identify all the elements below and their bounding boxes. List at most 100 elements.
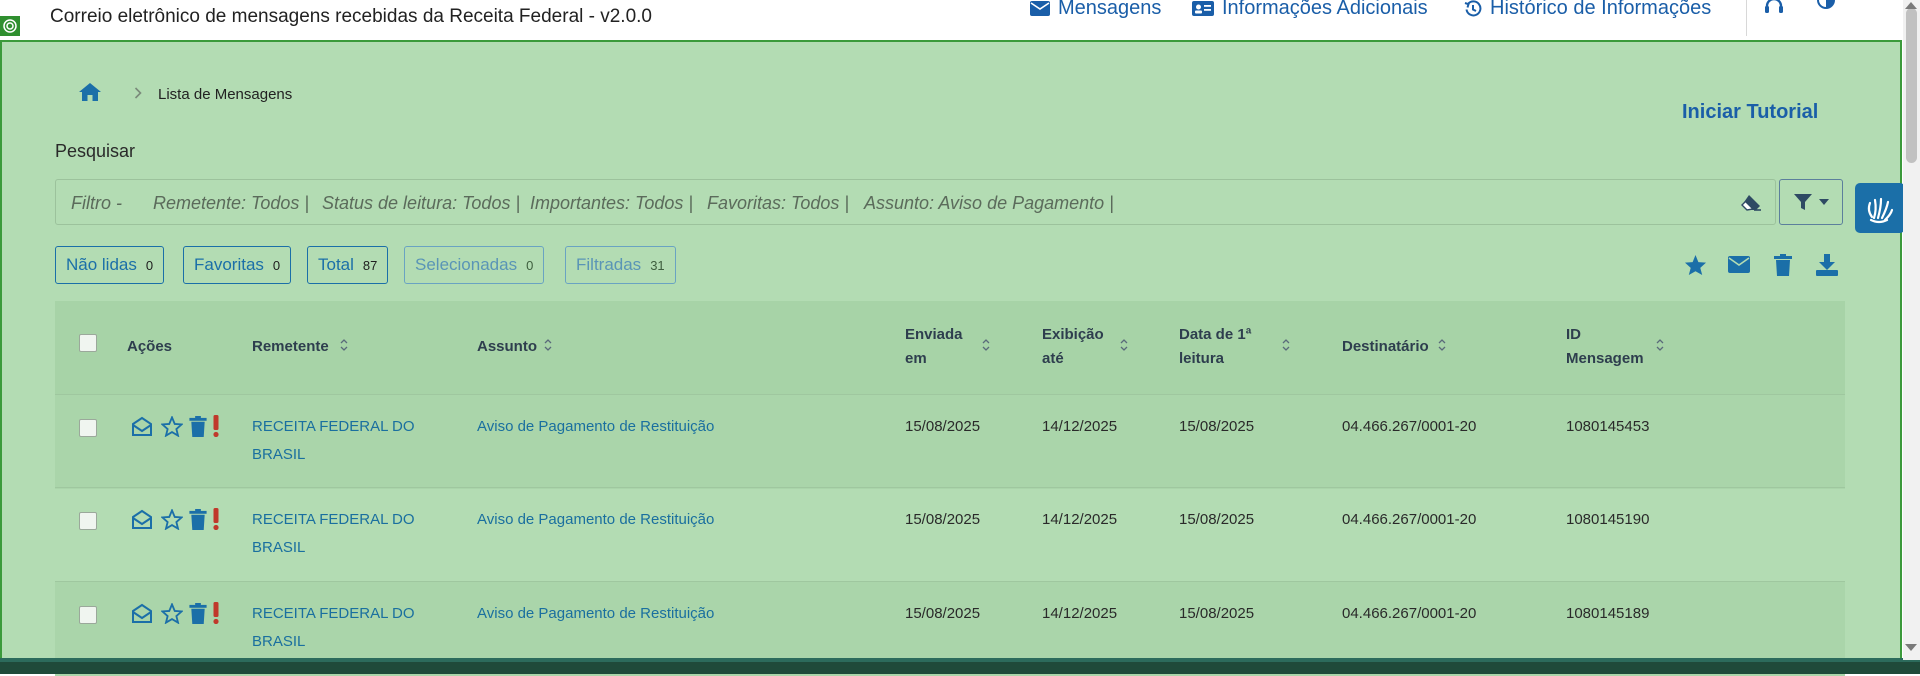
filter-status-leitura: Status de leitura: Todos | xyxy=(322,193,521,213)
scroll-down-arrow-icon[interactable] xyxy=(1905,644,1917,651)
envelope-icon[interactable] xyxy=(1728,254,1750,278)
mark-read-envelope-icon[interactable] xyxy=(131,603,153,628)
header-line: Enviada xyxy=(905,326,963,343)
star-icon[interactable] xyxy=(1684,254,1707,281)
sort-icon[interactable] xyxy=(1282,338,1290,352)
delete-trash-icon[interactable] xyxy=(189,509,207,535)
sort-icon[interactable] xyxy=(544,338,552,352)
row-enviada: 15/08/2025 xyxy=(905,605,981,622)
delete-trash-icon[interactable] xyxy=(189,603,207,629)
search-heading: Pesquisar xyxy=(55,141,136,161)
tab-count: 31 xyxy=(650,257,665,273)
nav-mensagens-label: Mensagens xyxy=(1058,0,1162,19)
favorite-star-icon[interactable] xyxy=(160,414,184,442)
tab-favoritas[interactable]: Favoritas 0 xyxy=(183,246,292,284)
tab-label: Favoritas xyxy=(194,255,264,274)
row-exibicao: 14/12/2025 xyxy=(1042,511,1118,528)
row-leitura: 15/08/2025 xyxy=(1179,418,1255,435)
row-checkbox[interactable] xyxy=(79,512,97,530)
delete-trash-icon[interactable] xyxy=(189,416,207,442)
tab-total[interactable]: Total 87 xyxy=(307,246,389,284)
important-exclamation-icon[interactable] xyxy=(212,508,220,535)
filter-prefix: Filtro - xyxy=(71,193,122,213)
header-enviada-em[interactable]: Enviada em xyxy=(905,323,963,371)
header-line: leitura xyxy=(1179,350,1225,367)
filter-remetente: Remetente: Todos | xyxy=(153,193,310,213)
accessibility-hand-icon[interactable] xyxy=(1855,183,1905,233)
nav-historico[interactable]: Histórico de Informações xyxy=(1464,0,1711,20)
tab-filtradas[interactable]: Filtradas 31 xyxy=(565,246,676,284)
header-remetente[interactable]: Remetente xyxy=(252,335,329,359)
row-assunto[interactable]: Aviso de Pagamento de Restituição xyxy=(477,413,714,441)
sort-icon[interactable] xyxy=(1120,338,1128,352)
remetente-line: RECEITA FEDERAL DO xyxy=(252,418,415,435)
filter-summary-input[interactable]: Filtro - Remetente: Todos | Status de le… xyxy=(55,179,1776,225)
tab-count: 87 xyxy=(362,257,378,273)
row-assunto[interactable]: Aviso de Pagamento de Restituição xyxy=(477,506,714,534)
sort-icon[interactable] xyxy=(982,338,990,352)
tab-count: 0 xyxy=(526,257,534,273)
scroll-up-arrow-icon[interactable] xyxy=(1905,2,1917,9)
sort-icon[interactable] xyxy=(1656,338,1664,352)
download-icon[interactable] xyxy=(1816,254,1838,281)
chevron-right-icon xyxy=(134,86,142,104)
remetente-line: BRASIL xyxy=(252,539,306,556)
mark-read-envelope-icon[interactable] xyxy=(131,416,153,441)
scrollbar-thumb[interactable] xyxy=(1906,8,1917,163)
row-exibicao: 14/12/2025 xyxy=(1042,418,1118,435)
header-exibicao-ate[interactable]: Exibição até xyxy=(1042,323,1104,371)
row-destinatario: 04.466.267/0001-20 xyxy=(1342,418,1477,435)
tab-nao-lidas[interactable]: Não lidas 0 xyxy=(55,246,165,284)
envelope-icon xyxy=(1030,1,1050,16)
row-id: 1080145453 xyxy=(1566,418,1650,435)
sort-icon[interactable] xyxy=(340,338,348,352)
header-line: até xyxy=(1042,350,1064,367)
top-bar: Correio eletrônico de mensagens recebida… xyxy=(0,0,1900,40)
favorite-star-icon[interactable] xyxy=(160,507,184,535)
headset-icon[interactable] xyxy=(1764,0,1784,19)
eraser-icon[interactable] xyxy=(1740,193,1762,216)
header-assunto[interactable]: Assunto xyxy=(477,335,537,359)
filter-assunto: Assunto: Aviso de Pagamento | xyxy=(864,193,1114,213)
taskbar xyxy=(0,658,1920,674)
remetente-line: RECEITA FEDERAL DO xyxy=(252,511,415,528)
header-line: Data de 1ª xyxy=(1179,326,1252,343)
caret-down-icon xyxy=(1819,199,1829,205)
contrast-icon[interactable] xyxy=(1817,0,1835,17)
header-destinatario[interactable]: Destinatário xyxy=(1342,335,1429,359)
tab-label: Total xyxy=(318,255,354,274)
important-exclamation-icon[interactable] xyxy=(212,602,220,629)
row-destinatario: 04.466.267/0001-20 xyxy=(1342,605,1477,622)
row-destinatario: 04.466.267/0001-20 xyxy=(1342,511,1477,528)
sort-icon[interactable] xyxy=(1438,338,1446,352)
id-card-icon xyxy=(1192,1,1214,16)
header-data-leitura[interactable]: Data de 1ª leitura xyxy=(1179,323,1251,371)
row-remetente[interactable]: RECEITA FEDERAL DO BRASIL xyxy=(252,413,415,469)
divider xyxy=(1746,0,1747,36)
filter-button[interactable] xyxy=(1779,179,1843,225)
remetente-line: BRASIL xyxy=(252,446,306,463)
home-icon[interactable] xyxy=(78,82,102,107)
history-icon xyxy=(1464,0,1482,16)
row-remetente[interactable]: RECEITA FEDERAL DO BRASIL xyxy=(252,506,415,562)
header-id-mensagem[interactable]: ID Mensagem xyxy=(1566,323,1644,371)
nav-informacoes-adicionais[interactable]: Informações Adicionais xyxy=(1192,0,1428,20)
important-exclamation-icon[interactable] xyxy=(212,415,220,442)
row-exibicao: 14/12/2025 xyxy=(1042,605,1118,622)
row-assunto[interactable]: Aviso de Pagamento de Restituição xyxy=(477,600,714,628)
mark-read-envelope-icon[interactable] xyxy=(131,509,153,534)
header-line: Mensagem xyxy=(1566,350,1644,367)
row-remetente[interactable]: RECEITA FEDERAL DO BRASIL xyxy=(252,600,415,656)
nav-historico-label: Histórico de Informações xyxy=(1490,0,1712,19)
favorite-star-icon[interactable] xyxy=(160,601,184,629)
tab-selecionadas[interactable]: Selecionadas 0 xyxy=(404,246,545,284)
row-checkbox[interactable] xyxy=(79,606,97,624)
tab-label: Filtradas xyxy=(576,255,642,274)
trash-icon[interactable] xyxy=(1774,254,1792,281)
tab-count: 0 xyxy=(272,257,281,273)
header-line: Exibição xyxy=(1042,326,1104,343)
nav-mensagens[interactable]: Mensagens xyxy=(1030,0,1161,20)
select-all-checkbox[interactable] xyxy=(79,334,97,352)
row-checkbox[interactable] xyxy=(79,419,97,437)
start-tutorial-link[interactable]: Iniciar Tutorial xyxy=(1682,101,1818,124)
